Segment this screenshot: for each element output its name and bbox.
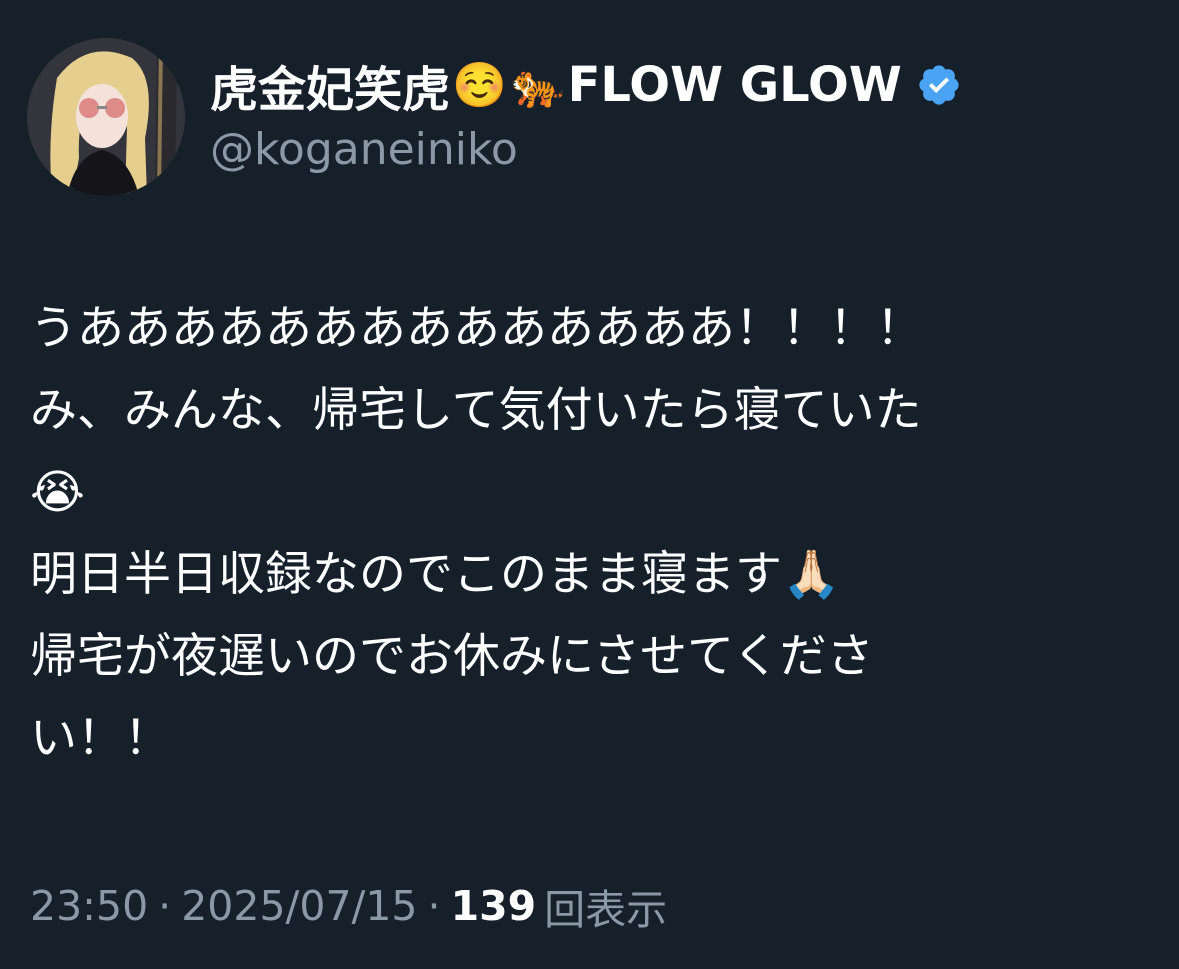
author-handle[interactable]: @koganeiniko <box>210 124 518 175</box>
separator-dot: · <box>158 882 172 930</box>
author-display-name[interactable]: 虎金妃笑虎 <box>210 50 450 120</box>
views-label[interactable]: 回表示 <box>544 876 667 936</box>
tweet-date[interactable]: 2025/07/15 <box>181 882 417 930</box>
verified-badge-icon[interactable] <box>916 62 962 108</box>
tweet-card: 虎金妃笑虎 ☺️ 🐅 FLOW GLOW @koganeiniko うあああああ… <box>0 0 1179 969</box>
avatar-image <box>27 38 185 196</box>
tweet-time[interactable]: 23:50 <box>30 882 148 930</box>
views-count[interactable]: 139 <box>451 882 537 930</box>
tweet-text-line: 😭 <box>30 465 85 520</box>
avatar[interactable] <box>27 38 185 196</box>
smiling-face-emoji: ☺️ <box>452 60 507 111</box>
tweet-text-line: うああああああああああああああ！！！！ <box>30 301 923 356</box>
tweet-text-line: 明日半日収録なのでこのまま寝ます🙏🏻 <box>30 547 841 602</box>
tiger-emoji: 🐅 <box>510 60 566 111</box>
tweet-text: うああああああああああああああ！！！！ み、みんな、帰宅して気付いたら寝ていた … <box>30 288 1150 780</box>
tweet-meta: 23:50 · 2025/07/15 · 139 回表示 <box>30 876 667 936</box>
tweet-text-line: い！！ <box>30 711 171 766</box>
author-name-suffix[interactable]: FLOW GLOW <box>568 57 902 113</box>
author-name-row[interactable]: 虎金妃笑虎 ☺️ 🐅 FLOW GLOW <box>210 52 962 118</box>
separator-dot: · <box>427 882 441 930</box>
tweet-text-line: 帰宅が夜遅いのでお休みにさせてくださ <box>30 629 874 684</box>
tweet-text-line: み、みんな、帰宅して気付いたら寝ていた <box>30 383 922 438</box>
